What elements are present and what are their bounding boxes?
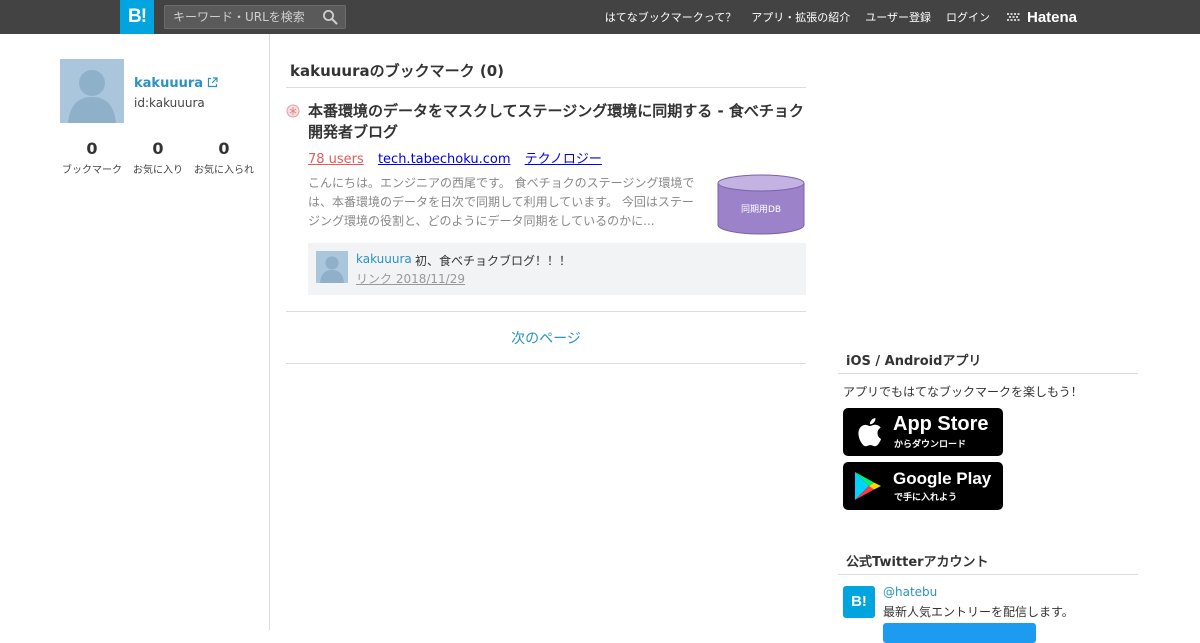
app-store-main-text: App Store xyxy=(893,413,989,435)
hatena-mark-icon xyxy=(1007,13,1021,21)
nav-login[interactable]: ログイン xyxy=(946,9,990,25)
twitter-handle-link[interactable]: @hatebu xyxy=(883,585,937,599)
next-page-link[interactable]: 次のページ xyxy=(286,328,806,348)
entry-category[interactable]: テクノロジー xyxy=(525,152,602,167)
app-store-sub-text: からダウンロード xyxy=(894,440,967,450)
apple-icon xyxy=(858,418,882,447)
bookmark-comment: kakuuura 初、食べチョクブログ！！！ リンク 2018/11/29 xyxy=(308,243,806,295)
profile-stats: 0 ブックマーク 0 お気に入り 0 お気に入られ xyxy=(60,139,256,176)
nav-apps[interactable]: アプリ・拡張の紹介 xyxy=(751,9,850,25)
default-user-icon xyxy=(320,256,344,283)
page-title: kakuuuraのブックマーク (0) xyxy=(290,62,504,80)
top-bar: B! はてなブックマークって？ アプリ・拡張の紹介 ユーザー登録 ログイン Ha… xyxy=(0,0,1200,34)
pager-divider xyxy=(286,363,806,364)
google-play-sub-text: で手に入れよう xyxy=(894,493,958,503)
default-user-icon xyxy=(68,70,116,123)
entry-divider xyxy=(286,311,806,312)
twitter-section-title: 公式Twitterアカウント xyxy=(846,555,989,570)
entry-summary: こんにちは。エンジニアの西尾です。 食べチョクのステージング環境では、本番環境の… xyxy=(308,176,695,228)
title-divider xyxy=(286,87,806,88)
nav-about[interactable]: はてなブックマークって？ xyxy=(605,9,736,25)
stat-label: お気に入られ xyxy=(194,165,254,176)
stat-favorites[interactable]: 0 お気に入り xyxy=(126,139,190,176)
twitter-follow-button[interactable] xyxy=(883,623,1036,643)
google-play-main-text: Google Play xyxy=(893,469,992,488)
hatena-brand-text: Hatena xyxy=(1027,8,1078,26)
profile-id: id:kakuuura xyxy=(134,96,205,110)
nav-register[interactable]: ユーザー登録 xyxy=(865,9,931,25)
twitter-title-divider xyxy=(838,574,1138,575)
twitter-description: 最新人気エントリーを配信します。 xyxy=(883,605,1074,619)
apps-title-divider xyxy=(838,373,1138,374)
column-divider xyxy=(269,34,270,630)
entry-thumbnail[interactable]: 同期用DB xyxy=(716,174,806,236)
apps-section-title: iOS / Androidアプリ xyxy=(846,354,982,369)
stat-bookmarks[interactable]: 0 ブックマーク xyxy=(60,139,124,176)
stat-value: 0 xyxy=(86,139,98,158)
profile-avatar[interactable] xyxy=(60,59,124,123)
stat-favorited-by[interactable]: 0 お気に入られ xyxy=(192,139,256,176)
comment-text: 初、食べチョクブログ！！！ xyxy=(415,254,572,268)
stat-label: ブックマーク xyxy=(62,165,122,176)
top-nav: はてなブックマークって？ アプリ・拡張の紹介 ユーザー登録 ログイン xyxy=(590,0,990,34)
comment-user-link[interactable]: kakuuura xyxy=(356,252,412,266)
profile-name-link[interactable]: kakuuura xyxy=(134,76,218,91)
google-play-button[interactable]: Google Play で手に入れよう xyxy=(843,462,1003,510)
site-favicon-icon xyxy=(286,104,300,118)
thumbnail-label: 同期用DB xyxy=(741,204,781,215)
entry-title-link[interactable]: 本番環境のデータをマスクしてステージング環境に同期する - 食べチョク開発者ブロ… xyxy=(308,101,806,143)
profile-name: kakuuura xyxy=(134,76,204,91)
external-link-icon xyxy=(207,77,218,88)
hatena-bookmark-logo[interactable]: B! xyxy=(120,0,154,34)
comment-date-link[interactable]: リンク 2018/11/29 xyxy=(356,270,465,287)
entry-meta: 78 users tech.tabechoku.com テクノロジー xyxy=(308,148,602,167)
search-icon[interactable] xyxy=(322,9,338,25)
hatena-brand-link[interactable]: Hatena xyxy=(1006,0,1077,34)
hatebu-twitter-logo[interactable]: B! xyxy=(843,586,875,618)
google-play-icon xyxy=(855,472,881,500)
apps-description: アプリでもはてなブックマークを楽しもう！ xyxy=(843,385,1083,399)
search-input[interactable] xyxy=(165,6,315,28)
comment-avatar[interactable] xyxy=(316,251,348,283)
entry-users-count[interactable]: 78 users xyxy=(308,152,364,167)
stat-value: 0 xyxy=(152,139,164,158)
stat-value: 0 xyxy=(218,139,230,158)
search-box xyxy=(164,5,346,29)
stat-label: お気に入り xyxy=(133,165,183,176)
app-store-button[interactable]: App Store からダウンロード xyxy=(843,408,1003,456)
entry-domain[interactable]: tech.tabechoku.com xyxy=(378,152,511,167)
